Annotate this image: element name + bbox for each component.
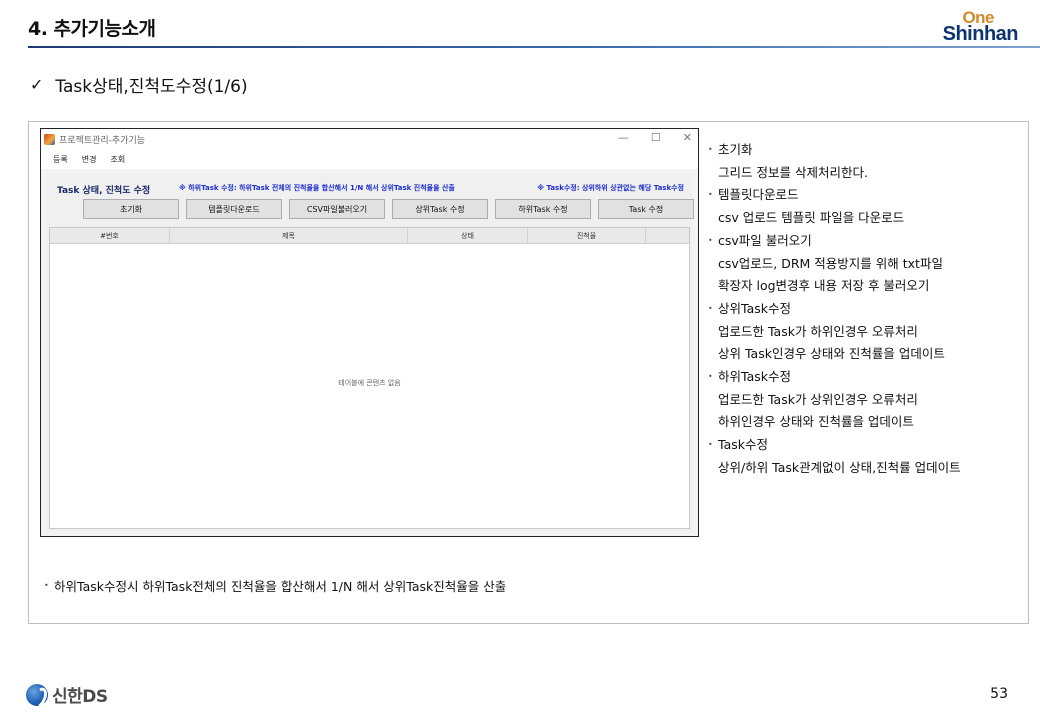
bullet-icon: •	[708, 190, 713, 200]
bullet-icon: •	[44, 581, 49, 590]
slide-title: 4. 추가기능소개	[28, 18, 156, 40]
desc-item-title: • 하위Task수정	[708, 366, 1023, 389]
window-titlebar: 프로젝트관리-추가기능 — ☐ ✕	[41, 129, 698, 149]
desc-item-line: 업로드한 Task가 하위인경우 오류처리	[718, 323, 918, 339]
csv-load-button[interactable]: CSV파일불러오기	[289, 199, 385, 219]
window-controls: — ☐ ✕	[618, 131, 692, 144]
task-edit-button[interactable]: Task 수정	[598, 199, 694, 219]
bullet-icon: •	[708, 145, 713, 154]
desc-item-line: 확장자 log변경후 내용 저장 후 불러오기	[718, 278, 930, 294]
menu-item-view[interactable]: 조회	[110, 154, 125, 165]
menu-item-change[interactable]: 변경	[82, 154, 97, 165]
desc-item-line: csv 업로드 템플릿 파일을 다운로드	[718, 210, 905, 226]
task-grid[interactable]: #번호 제목 상태 진척율 테이블에 콘텐츠 없음	[49, 227, 690, 529]
desc-item-title: • 상위Task수정	[708, 298, 1023, 321]
button-row: 초기화 템플릿다운로드 CSV파일불러오기 상위Task 수정 하위Task 수…	[83, 199, 694, 219]
desc-item-title: • 템플릿다운로드	[708, 184, 1023, 207]
desc-item-line: csv업로드, DRM 적용방지를 위해 txt파일	[718, 255, 943, 271]
subtask-note: ※ 하위Task 수정: 하위Task 전체의 진척율을 합산해서 1/N 해서…	[179, 184, 455, 192]
template-download-button[interactable]: 템플릿다운로드	[186, 199, 282, 219]
close-icon[interactable]: ✕	[683, 131, 692, 144]
grid-header: #번호 제목 상태 진척율	[50, 228, 689, 244]
task-note: ※ Task수정: 상위하위 상관없는 해당 Task수정	[537, 184, 684, 192]
shinhan-emblem-icon	[26, 683, 48, 706]
bottom-note-text: 하위Task수정시 하위Task전체의 진척율을 합산해서 1/N 해서 상위T…	[54, 579, 507, 594]
window-title: 프로젝트관리-추가기능	[59, 135, 146, 146]
feature-description: • 초기화 그리드 정보를 삭제처리한다. • 템플릿다운로드 csv 업로드 템플…	[708, 139, 1023, 480]
app-window: 프로젝트관리-추가기능 — ☐ ✕ 등록 변경 조회 Task 상태, 진척도 …	[40, 128, 699, 537]
subtitle-text: Task상태,진척도수정(1/6)	[55, 77, 248, 97]
company-name: 신한DS	[52, 687, 108, 707]
bullet-icon: •	[708, 303, 713, 313]
desc-item-line: 업로드한 Task가 상위인경우 오류처리	[718, 391, 918, 407]
desc-item-title: • 초기화	[708, 139, 1023, 162]
bullet-icon: •	[708, 235, 713, 245]
desc-item-title: • csv파일 불러오기	[708, 230, 1023, 253]
checkmark-icon: ✓	[30, 75, 44, 94]
panel-title: Task 상태, 진척도 수정	[57, 186, 151, 196]
page-number: 53	[990, 686, 1008, 702]
shinhan-ds-logo: 신한DS	[26, 682, 108, 707]
grid-empty-message: 테이블에 콘텐츠 없음	[338, 379, 401, 387]
desc-item-line: 상위 Task인경우 상태와 진척률을 업데이트	[718, 346, 945, 362]
app-icon	[44, 133, 55, 145]
window-body: Task 상태, 진척도 수정 ※ 하위Task 수정: 하위Task 전체의 …	[47, 173, 694, 531]
desc-item-line: 그리드 정보를 삭제처리한다.	[718, 164, 868, 180]
logo-shinhan-text: Shinhan	[942, 23, 1019, 45]
desc-item-line: 상위/하위 Task관계없이 상태,진척률 업데이트	[718, 459, 961, 475]
one-shinhan-logo: One Shinhan	[932, 6, 1019, 45]
parent-task-edit-button[interactable]: 상위Task 수정	[392, 199, 488, 219]
desc-item-line: 하위인경우 상태와 진척률을 업데이트	[718, 414, 914, 430]
maximize-icon[interactable]: ☐	[651, 131, 661, 144]
bullet-icon: •	[708, 372, 713, 382]
desc-item-title: • Task수정	[708, 434, 1023, 457]
minimize-icon[interactable]: —	[618, 131, 629, 144]
child-task-edit-button[interactable]: 하위Task 수정	[495, 199, 591, 219]
column-header-progress[interactable]: 진척율	[528, 228, 646, 243]
column-header-status[interactable]: 상태	[408, 228, 528, 243]
bullet-icon: •	[708, 440, 713, 450]
column-header-title[interactable]: 제목	[170, 228, 408, 243]
title-divider	[28, 46, 1040, 48]
column-header-number[interactable]: #번호	[50, 228, 170, 243]
menu-item-register[interactable]: 등록	[53, 154, 68, 165]
section-subtitle: ✓ Task상태,진척도수정(1/6)	[30, 72, 248, 97]
reset-button[interactable]: 초기화	[83, 199, 179, 219]
bottom-note: • 하위Task수정시 하위Task전체의 진척율을 합산해서 1/N 해서 상…	[44, 576, 506, 595]
menu-bar: 등록 변경 조회	[41, 149, 698, 169]
